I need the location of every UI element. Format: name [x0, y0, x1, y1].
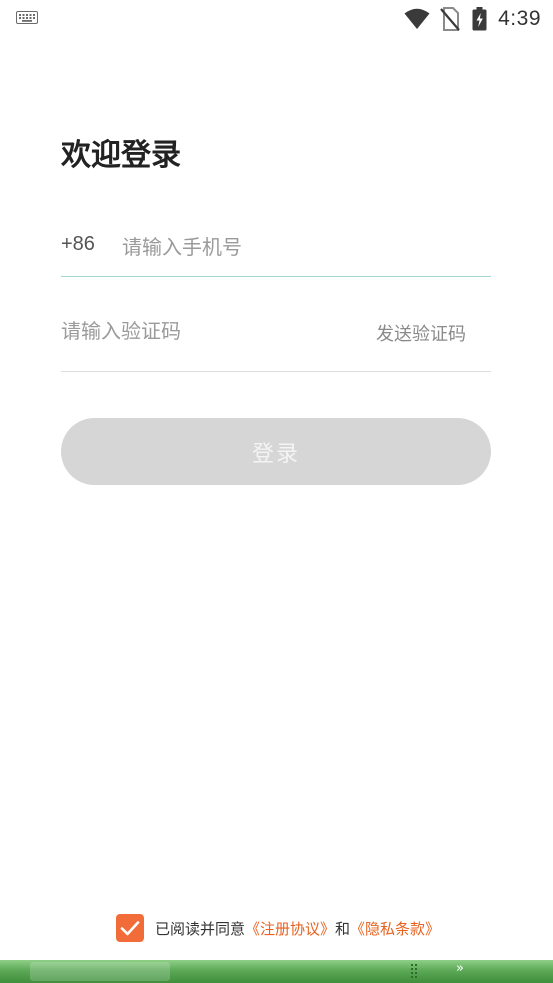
phone-input[interactable] [122, 228, 482, 266]
agreement-prefix: 已阅读并同意 [155, 919, 246, 938]
keyboard-icon [16, 11, 38, 24]
more-icon[interactable]: » [456, 961, 464, 976]
login-button[interactable]: 登录 [61, 418, 491, 485]
agreement-conjunction: 和 [335, 919, 351, 938]
battery-charging-icon [472, 7, 487, 31]
status-bar: 4:39 [0, 0, 553, 38]
country-code[interactable]: +86 [61, 233, 95, 256]
bottom-strip: » [0, 960, 553, 983]
agreement-row: 已阅读并同意 《注册协议》 和 《隐私条款》 [116, 913, 440, 943]
status-icons: 4:39 [404, 5, 541, 33]
code-row: 发送验证码 [61, 306, 491, 372]
send-code-button[interactable]: 发送验证码 [376, 320, 466, 346]
check-icon [120, 921, 140, 936]
no-sim-icon [440, 7, 460, 31]
strip-highlight [30, 962, 170, 981]
wifi-icon [404, 8, 430, 29]
grip-icon[interactable] [411, 964, 420, 981]
terms-link[interactable]: 《注册协议》 [245, 918, 335, 939]
agreement-checkbox[interactable] [116, 914, 144, 942]
phone-row: +86 [61, 222, 491, 277]
page-title: 欢迎登录 [61, 138, 181, 173]
privacy-link[interactable]: 《隐私条款》 [350, 918, 440, 939]
code-input[interactable] [61, 312, 351, 350]
status-time: 4:39 [498, 7, 541, 30]
